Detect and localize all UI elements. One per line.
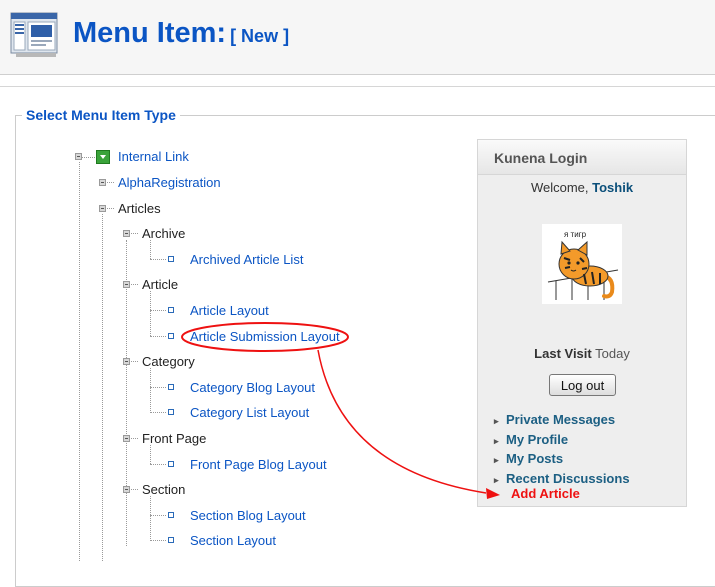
annotation-overlay — [181, 322, 500, 499]
annotation-arrow — [317, 349, 487, 494]
arrowhead-icon — [486, 488, 500, 499]
add-article-annotation: Add Article — [511, 486, 580, 501]
highlight-ellipse — [181, 322, 349, 352]
